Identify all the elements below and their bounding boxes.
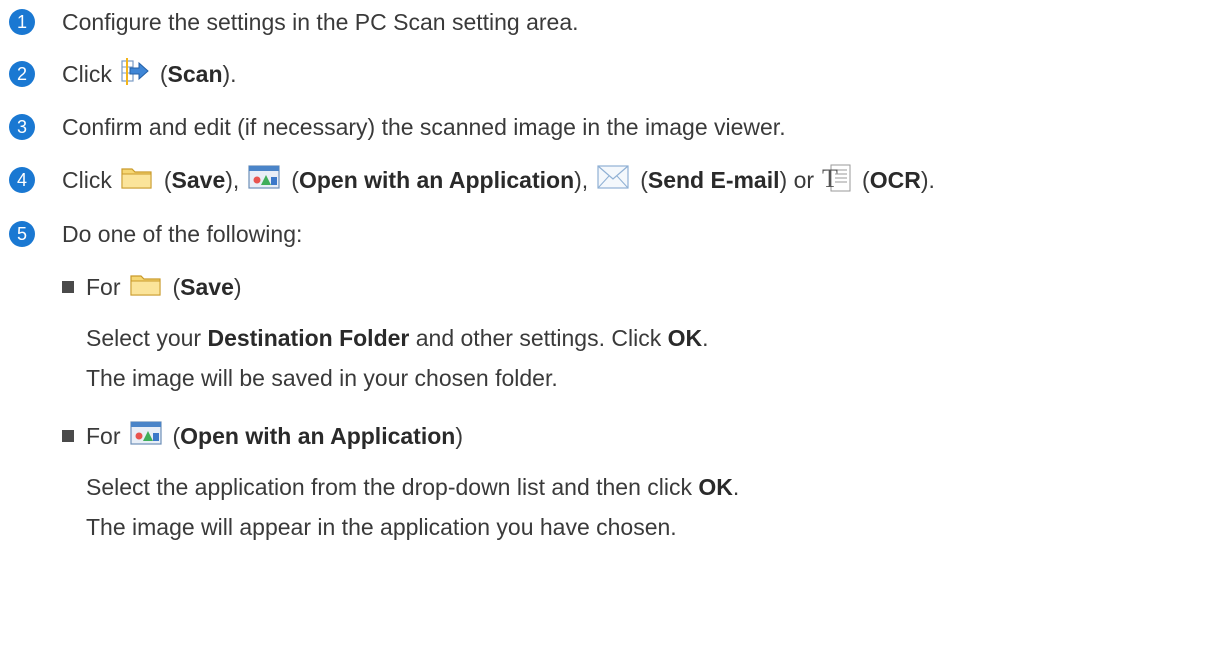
- instruction-text: and other settings. Click: [415, 324, 662, 351]
- folder-icon: [120, 163, 154, 197]
- step-3-text: Confirm and edit (if necessary) the scan…: [62, 111, 786, 143]
- application-instruction: Select the application from the drop-dow…: [86, 471, 739, 503]
- save-label: Save: [180, 273, 234, 300]
- paren-open: (: [159, 60, 168, 87]
- step-text: Click: [62, 166, 112, 193]
- step-text: Click: [62, 60, 112, 87]
- open-application-icon: [129, 419, 163, 453]
- send-email-label: Send E-mail: [647, 166, 780, 193]
- open-with-application-label: Open with an Application: [298, 166, 575, 193]
- paren: (: [291, 166, 299, 193]
- scan-label: Scan: [167, 60, 223, 87]
- for-word: For: [86, 273, 121, 300]
- bullet-open-application: For (Open with an Application): [62, 420, 463, 452]
- scan-icon: [120, 56, 150, 92]
- step-number-badge: 5: [9, 221, 35, 247]
- ocr-label: OCR: [869, 166, 921, 193]
- paren: (: [640, 166, 648, 193]
- save-result: The image will be saved in your chosen f…: [86, 362, 558, 394]
- open-application-icon: [247, 163, 281, 197]
- step-number-badge: 3: [9, 114, 35, 140]
- application-result: The image will appear in the application…: [86, 511, 677, 543]
- step-number-badge: 4: [9, 167, 35, 193]
- for-word: For: [86, 422, 121, 449]
- paren: ): [455, 422, 463, 449]
- paren: ): [233, 273, 242, 300]
- email-envelope-icon: [596, 163, 630, 197]
- period: .: [702, 324, 709, 351]
- instruction-text: Select the application from the drop-dow…: [86, 473, 692, 500]
- step-text: Confirm and edit (if necessary) the scan…: [62, 113, 786, 140]
- ok-label: OK: [667, 324, 703, 351]
- save-instruction: Select your Destination Folder and other…: [86, 322, 708, 354]
- step-2-text: Click (Scan).: [62, 58, 237, 90]
- paren: (: [172, 422, 181, 449]
- step-text: Configure the settings in the PC Scan se…: [62, 8, 579, 35]
- folder-icon: [129, 270, 163, 304]
- destination-folder-label: Destination Folder: [207, 324, 410, 351]
- bullet-square: [62, 281, 74, 293]
- step-5-text: Do one of the following:: [62, 218, 302, 250]
- step-number-badge: 1: [9, 9, 35, 35]
- step-4-text: Click (Save), (Open with an Application)…: [62, 164, 935, 196]
- bullet-square: [62, 430, 74, 442]
- paren: ): [779, 166, 794, 193]
- or-word: or: [793, 166, 815, 193]
- save-label: Save: [171, 166, 226, 193]
- bullet-save: For (Save): [62, 271, 242, 303]
- open-with-application-label: Open with an Application: [180, 422, 456, 449]
- paren: (: [172, 273, 181, 300]
- manual-page: 1 Configure the settings in the PC Scan …: [0, 0, 1210, 649]
- period: .: [732, 473, 740, 500]
- instruction-text: Select your: [86, 324, 202, 351]
- paren: (: [862, 166, 870, 193]
- step-1-text: Configure the settings in the PC Scan se…: [62, 6, 579, 38]
- ok-label: OK: [698, 473, 733, 500]
- paren: ),: [574, 166, 589, 193]
- paren: (: [163, 166, 172, 193]
- result-text: The image will appear in the application…: [86, 513, 677, 540]
- paren: ),: [225, 166, 240, 193]
- paren: ).: [920, 166, 935, 193]
- paren-close: ).: [222, 60, 237, 87]
- ocr-document-icon: T: [822, 161, 852, 199]
- step-number-badge: 2: [9, 61, 35, 87]
- step-text: Do one of the following:: [62, 220, 303, 247]
- result-text: The image will be saved in your chosen f…: [86, 364, 558, 391]
- svg-text:T: T: [822, 164, 838, 193]
